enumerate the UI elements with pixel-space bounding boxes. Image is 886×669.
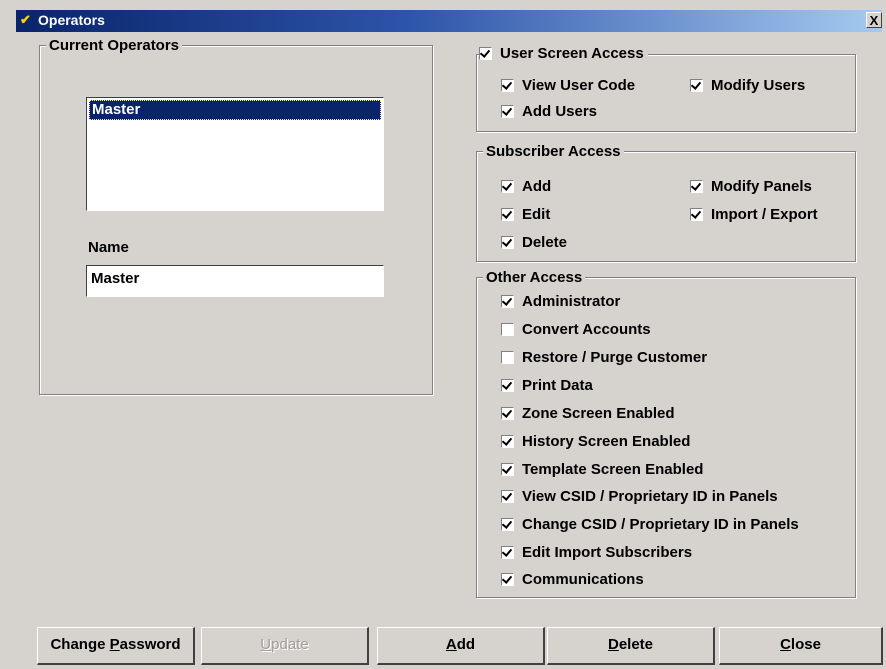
button-label-mnemonic: D: [607, 636, 619, 653]
print-data-checkbox[interactable]: Print Data: [501, 377, 593, 395]
checkbox-label: Import / Export: [711, 206, 818, 223]
checkbox-label: Delete: [522, 234, 568, 251]
checkbox-box: [501, 323, 514, 336]
checkbox-box: [479, 47, 492, 60]
button-label-post: elete: [618, 636, 654, 653]
checkbox-label: Convert Accounts: [522, 321, 651, 338]
zone-screen-enabled-checkbox[interactable]: Zone Screen Enabled: [501, 405, 675, 423]
subscriber-access-label: Subscriber Access: [483, 143, 624, 160]
window-title: Operators: [38, 12, 105, 28]
user-screen-access-checkbox[interactable]: User Screen Access: [479, 45, 648, 63]
button-label-mnemonic: A: [445, 636, 457, 653]
view-user-code-checkbox[interactable]: View User Code: [501, 77, 635, 95]
subscriber-edit-checkbox[interactable]: Edit: [501, 206, 550, 224]
close-button[interactable]: Close: [719, 627, 883, 665]
checkbox-box: [501, 236, 514, 249]
change-password-button[interactable]: Change Password: [37, 627, 195, 665]
checkbox-box: [501, 105, 514, 118]
checkbox-label: User Screen Access: [500, 45, 644, 62]
checkbox-box: [501, 180, 514, 193]
communications-checkbox[interactable]: Communications: [501, 571, 644, 589]
import-export-checkbox[interactable]: Import / Export: [690, 206, 818, 224]
checkbox-box: [501, 435, 514, 448]
checkbox-box: [501, 379, 514, 392]
button-label-mnemonic: P: [109, 636, 120, 653]
title-bar: ✔ Operators X: [16, 10, 882, 32]
modify-users-checkbox[interactable]: Modify Users: [690, 77, 805, 95]
checkbox-label: Modify Users: [711, 77, 806, 94]
history-screen-enabled-checkbox[interactable]: History Screen Enabled: [501, 433, 690, 451]
checkbox-label: Administrator: [522, 293, 621, 310]
convert-accounts-checkbox[interactable]: Convert Accounts: [501, 321, 651, 339]
change-csid-checkbox[interactable]: Change CSID / Proprietary ID in Panels: [501, 516, 799, 534]
checkbox-label: Template Screen Enabled: [522, 461, 704, 478]
checkbox-box: [690, 208, 703, 221]
button-label-post: assword: [119, 636, 181, 653]
checkbox-box: [501, 79, 514, 92]
current-operators-label: Current Operators: [46, 37, 183, 54]
button-label-post: dd: [456, 636, 476, 653]
edit-import-subscribers-checkbox[interactable]: Edit Import Subscribers: [501, 544, 692, 562]
checkbox-box: [501, 518, 514, 531]
add-button[interactable]: Add: [377, 627, 545, 665]
button-label-post: lose: [790, 636, 821, 653]
operators-listbox[interactable]: Master: [86, 97, 384, 211]
checkbox-label: View CSID / Proprietary ID in Panels: [522, 488, 778, 505]
other-access-label: Other Access: [483, 269, 586, 286]
button-label-post: pdate: [271, 636, 309, 653]
checkbox-label: History Screen Enabled: [522, 433, 691, 450]
template-screen-enabled-checkbox[interactable]: Template Screen Enabled: [501, 461, 703, 479]
checkbox-label: Edit: [522, 206, 551, 223]
administrator-checkbox[interactable]: Administrator: [501, 293, 620, 311]
checkbox-box: [501, 546, 514, 559]
checkbox-label: View User Code: [522, 77, 636, 94]
checkbox-label: Change CSID / Proprietary ID in Panels: [522, 516, 799, 533]
button-label-pre: Change: [50, 636, 110, 653]
close-icon[interactable]: X: [866, 12, 882, 28]
subscriber-delete-checkbox[interactable]: Delete: [501, 234, 567, 252]
update-button[interactable]: Update: [201, 627, 369, 665]
button-label-mnemonic: U: [260, 636, 272, 653]
checkbox-box: [690, 180, 703, 193]
view-csid-checkbox[interactable]: View CSID / Proprietary ID in Panels: [501, 488, 778, 506]
checkbox-label: Add Users: [522, 103, 598, 120]
checkbox-label: Edit Import Subscribers: [522, 544, 693, 561]
checkbox-box: [501, 407, 514, 420]
checkbox-box: [501, 490, 514, 503]
checkbox-label: Print Data: [522, 377, 593, 394]
checkbox-box: [501, 208, 514, 221]
list-item[interactable]: Master: [89, 100, 381, 120]
key-icon: ✔: [20, 12, 31, 27]
delete-button[interactable]: Delete: [547, 627, 715, 665]
checkbox-label: Modify Panels: [711, 178, 812, 195]
name-field[interactable]: Master: [86, 265, 384, 297]
add-users-checkbox[interactable]: Add Users: [501, 103, 597, 121]
subscriber-add-checkbox[interactable]: Add: [501, 178, 551, 196]
checkbox-box: [501, 351, 514, 364]
modify-panels-checkbox[interactable]: Modify Panels: [690, 178, 812, 196]
checkbox-label: Zone Screen Enabled: [522, 405, 675, 422]
checkbox-box: [690, 79, 703, 92]
checkbox-box: [501, 463, 514, 476]
checkbox-label: Communications: [522, 571, 644, 588]
restore-purge-customer-checkbox[interactable]: Restore / Purge Customer: [501, 349, 707, 367]
checkbox-label: Restore / Purge Customer: [522, 349, 708, 366]
name-label: Name: [88, 239, 129, 256]
checkbox-box: [501, 573, 514, 586]
checkbox-label: Add: [522, 178, 552, 195]
checkbox-box: [501, 295, 514, 308]
button-label-mnemonic: C: [780, 636, 791, 653]
